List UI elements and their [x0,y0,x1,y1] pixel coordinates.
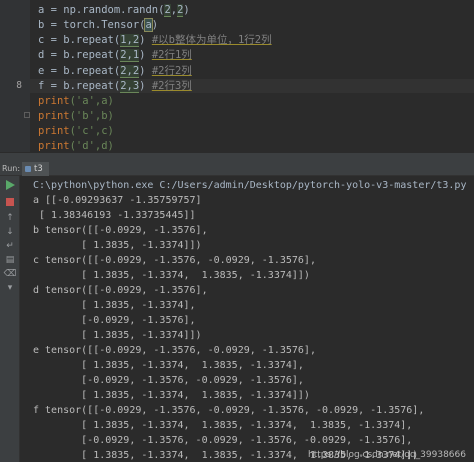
run-label: Run: [2,164,21,173]
code-line[interactable]: b = torch.Tensor(a) [38,18,158,32]
run-console[interactable]: C:\python\python.exe C:/Users/admin/Desk… [21,176,474,462]
console-line: d tensor([[-0.0929, -1.3576], [33,285,208,296]
builtin-function: print [38,140,70,152]
builtin-function: print [38,95,70,107]
code-line[interactable]: print('a',a) [38,94,114,108]
code-line[interactable]: print('d',d) [38,139,114,152]
print-icon[interactable]: ▤ [2,254,18,266]
code-line[interactable]: f = b.repeat(2,3) #2行3列 [38,79,192,93]
code-text: f = b.repeat( [38,80,121,92]
console-line: a [[-0.09293637 -1.35759757] [33,195,202,206]
rerun-icon[interactable] [6,180,15,190]
soft-wrap-icon[interactable]: ↵ [2,240,18,252]
code-comment: #以b整体为单位，1行2列 [151,34,272,46]
watermark: https://blog.csdn.net/qq_39938666 [307,450,466,460]
console-line: e tensor([[-0.0929, -1.3576, -0.0929, -1… [33,345,316,356]
line-number: 8 [16,80,22,91]
code-text: ',b) [88,110,114,122]
code-line[interactable]: a = np.random.randn(2,2) [38,3,190,17]
code-text: ) [139,34,152,46]
code-comment: #2行1列 [151,49,192,61]
param-hint: 1,2 [120,34,140,47]
console-line: [ 1.3835, -1.3374, 1.3835, -1.3374], [33,360,304,371]
code-comment: #2行2列 [151,65,192,77]
code-text: ',d) [88,140,114,152]
scroll-up-icon[interactable]: ↑ [2,212,18,224]
code-text: c = b.repeat( [38,34,121,46]
fold-marker-icon[interactable] [24,112,30,118]
console-line: f tensor([[-0.0929, -1.3576, -0.0929, -1… [33,405,425,416]
param-hint: 2,2 [120,65,140,78]
code-text: ',c) [88,125,114,137]
code-text: a = np.random.randn( [38,4,165,16]
code-text: ) [139,65,152,77]
param-hint: 2,3 [120,80,140,93]
console-line: [-0.0929, -1.3576, -0.0929, -1.3576, -0.… [33,435,413,446]
code-line[interactable]: e = b.repeat(2,2) #2行2列 [38,64,192,78]
console-command: C:\python\python.exe C:/Users/admin/Desk… [33,180,467,191]
console-line: [ 1.3835, -1.3374], [33,300,196,311]
code-text: ) [183,4,190,16]
console-line: [-0.0929, -1.3576], [33,315,196,326]
code-text: (' [69,140,83,152]
builtin-function: print [38,125,70,137]
console-line: [ 1.3835, -1.3374]]) [33,240,202,251]
clear-icon[interactable]: ⌫ [2,268,18,280]
console-line: c tensor([[-0.0929, -1.3576, -0.0929, -1… [33,255,316,266]
code-line[interactable]: print('c',c) [38,124,114,138]
code-line[interactable]: d = b.repeat(2,1) #2行1列 [38,48,192,62]
python-file-icon [25,166,31,172]
code-text: b = torch.Tensor( [38,19,146,31]
console-line: b tensor([[-0.0929, -1.3576], [33,225,208,236]
console-line: [ 1.3835, -1.3374]]) [33,330,202,341]
console-line: [ 1.3835, -1.3374, 1.3835, -1.3374, 1.38… [33,420,413,431]
code-text: (' [69,125,83,137]
code-text: ) [139,49,152,61]
console-line: [ 1.38346193 -1.33735445]] [33,210,196,221]
code-comment: #2行3列 [151,80,192,92]
code-text: ',a) [88,95,114,107]
console-line: [ 1.3835, -1.3374, 1.3835, -1.3374]]) [33,270,310,281]
pin-icon[interactable]: ▾ [2,282,18,294]
code-text: d = b.repeat( [38,49,121,61]
stop-icon[interactable] [6,198,14,206]
param-hint: 2,1 [120,49,140,62]
line-gutter [0,0,30,152]
code-line[interactable]: print('b',b) [38,109,114,123]
code-text: (' [69,110,83,122]
code-editor[interactable]: 8 a = np.random.randn(2,2) b = torch.Ten… [0,0,474,152]
builtin-function: print [38,110,70,122]
code-text: ) [151,19,159,31]
console-line: [ 1.3835, -1.3374, 1.3835, -1.3374]]) [33,390,310,401]
code-line[interactable]: c = b.repeat(1,2) #以b整体为单位，1行2列 [38,33,272,47]
code-text: e = b.repeat( [38,65,121,77]
code-text: (' [69,95,83,107]
scroll-down-icon[interactable]: ↓ [2,226,18,238]
run-tab-bar: Run: t3 [0,162,474,176]
tool-window-divider[interactable] [0,152,474,162]
run-tab-t3[interactable]: t3 [22,162,49,176]
console-line: [-0.0929, -1.3576, -0.0929, -1.3576], [33,375,304,386]
run-toolbar: ↑ ↓ ↵ ▤ ⌫ ▾ [0,176,20,462]
run-tab-label: t3 [34,164,43,174]
code-text: ) [139,80,152,92]
